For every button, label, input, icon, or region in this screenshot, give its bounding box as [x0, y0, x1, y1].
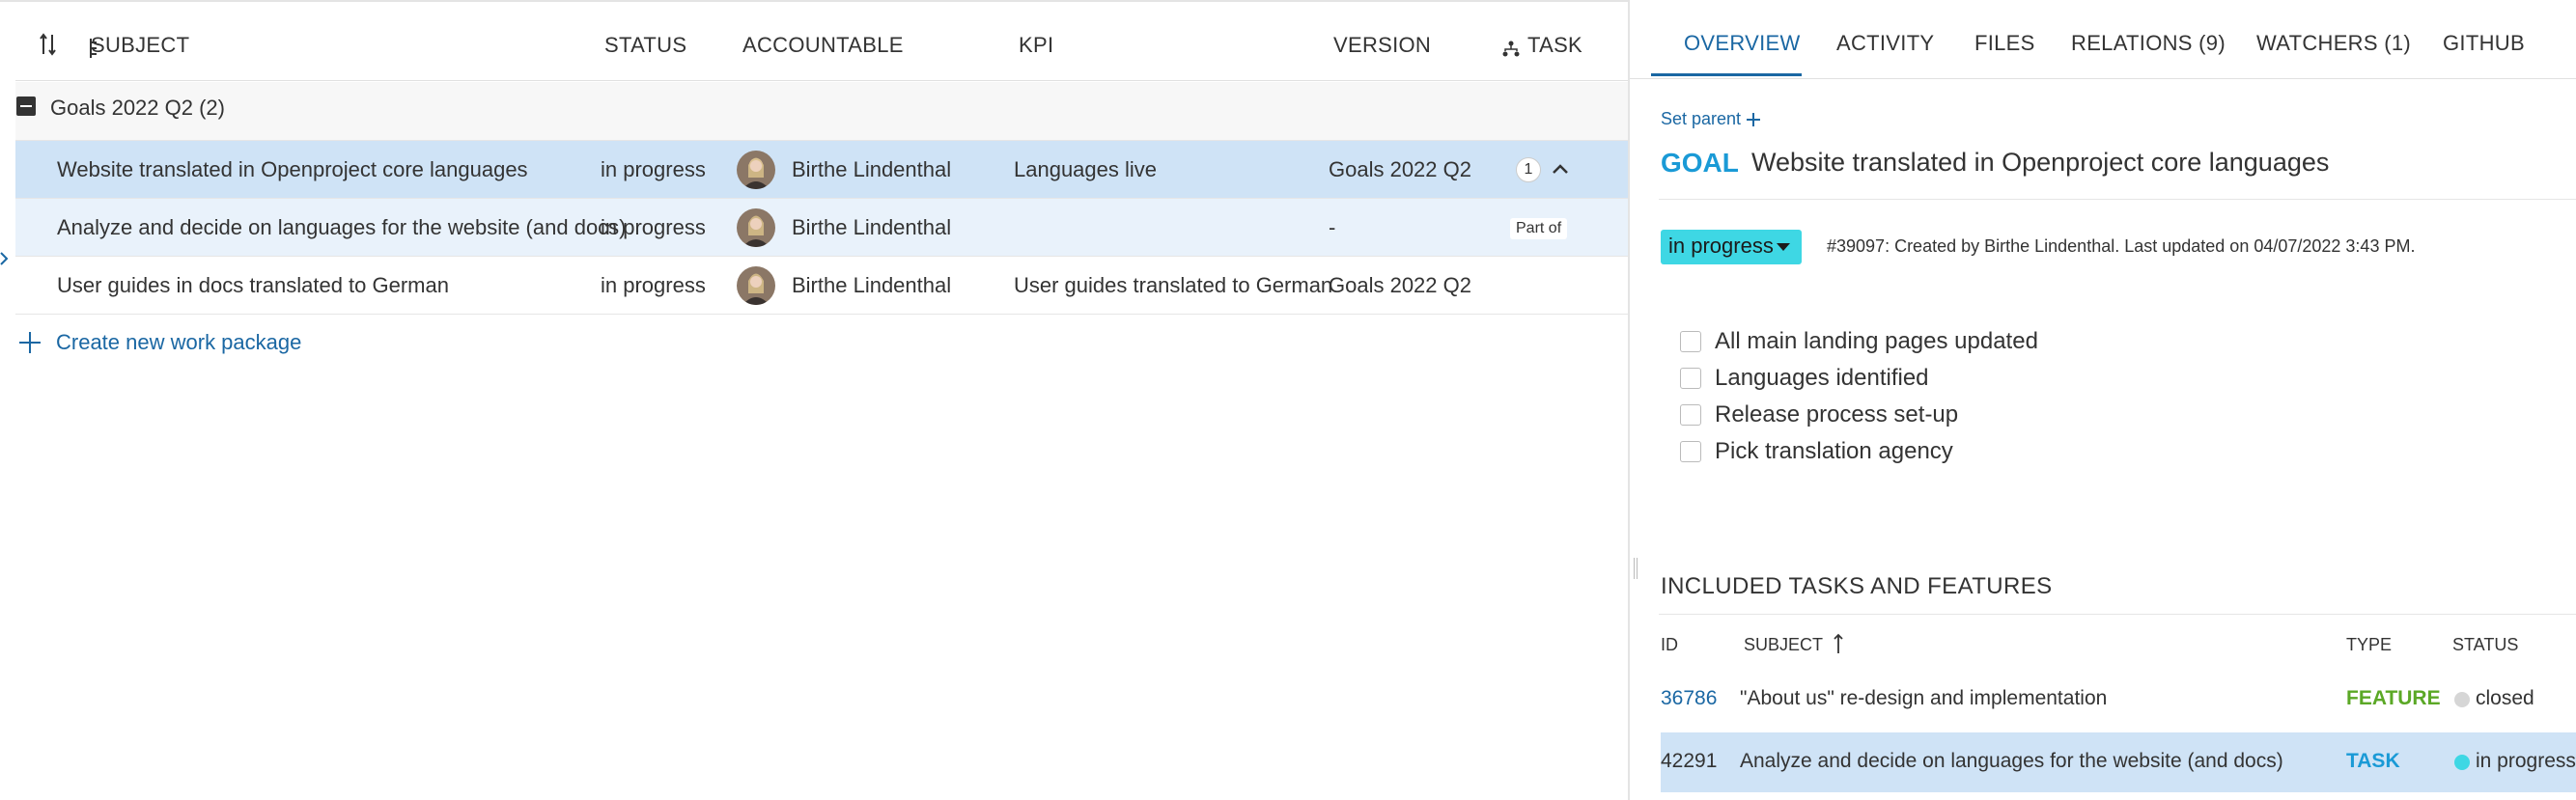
column-header-accountable[interactable]: ACCOUNTABLE: [742, 33, 904, 58]
included-subject[interactable]: Analyze and decide on languages for the …: [1740, 750, 2283, 773]
group-row[interactable]: [15, 82, 1628, 141]
row-subject[interactable]: Website translated in Openproject core l…: [57, 157, 528, 182]
checkbox[interactable]: [1680, 404, 1701, 426]
included-header-id[interactable]: ID: [1661, 635, 1678, 655]
task-count-badge[interactable]: 1: [1516, 157, 1541, 182]
checklist-label: Release process set-up: [1715, 401, 1959, 428]
included-row[interactable]: 36786 "About us" re-design and implement…: [1661, 670, 2576, 730]
column-header-status[interactable]: STATUS: [604, 33, 686, 58]
row-subject[interactable]: User guides in docs translated to German: [57, 273, 449, 298]
included-row[interactable]: 42291 Analyze and decide on languages fo…: [1661, 732, 2576, 792]
included-status: in progress: [2476, 750, 2576, 772]
resize-handle[interactable]: [1634, 558, 1638, 579]
plus-icon: [19, 332, 41, 353]
tab-watchers[interactable]: WATCHERS (1): [2256, 31, 2411, 56]
checkbox[interactable]: [1680, 368, 1701, 389]
column-header-version[interactable]: VERSION: [1333, 33, 1431, 58]
checklist-item[interactable]: Release process set-up: [1680, 401, 1958, 428]
create-work-package-label[interactable]: Create new work package: [56, 330, 301, 355]
tab-activity[interactable]: ACTIVITY: [1836, 31, 1934, 56]
row-status[interactable]: in progress: [601, 215, 706, 240]
divider: [1659, 199, 2576, 200]
table-row[interactable]: Analyze and decide on languages for the …: [15, 199, 1628, 257]
tab-github[interactable]: GITHUB: [2443, 31, 2525, 56]
tab-files[interactable]: FILES: [1974, 31, 2035, 56]
create-work-package-link[interactable]: Create new work package: [19, 328, 301, 357]
set-parent-link[interactable]: Set parent: [1661, 109, 1761, 129]
avatar: [737, 208, 775, 247]
included-header-status[interactable]: STATUS: [2452, 635, 2518, 655]
details-panel: OVERVIEW ACTIVITY FILES RELATIONS (9) WA…: [1628, 0, 2576, 800]
included-header-subject[interactable]: SUBJECT: [1744, 635, 1823, 655]
row-version[interactable]: Goals 2022 Q2: [1329, 273, 1471, 298]
checklist-label: All main landing pages updated: [1715, 328, 2038, 354]
row-status[interactable]: in progress: [601, 157, 706, 182]
relation-label: Part of: [1510, 218, 1568, 239]
column-header-kpi[interactable]: KPI: [1019, 33, 1053, 58]
group-label: Goals 2022 Q2 (2): [50, 96, 225, 120]
row-accountable[interactable]: Birthe Lindenthal: [792, 273, 951, 298]
checklist-item[interactable]: Pick translation agency: [1680, 438, 1953, 465]
included-id-link[interactable]: 42291: [1661, 750, 1717, 773]
work-package-meta: #39097: Created by Birthe Lindenthal. La…: [1827, 236, 2416, 256]
column-header-task[interactable]: TASK: [1527, 33, 1582, 58]
caret-down-icon: [1777, 243, 1790, 251]
checklist-item[interactable]: All main landing pages updated: [1680, 328, 2038, 355]
checkbox[interactable]: [1680, 441, 1701, 462]
included-header-type[interactable]: TYPE: [2346, 635, 2392, 655]
row-subject[interactable]: Analyze and decide on languages for the …: [57, 215, 627, 240]
tab-overview[interactable]: OVERVIEW: [1684, 31, 1801, 56]
included-section-title: INCLUDED TASKS AND FEATURES: [1661, 573, 2053, 599]
included-subject[interactable]: "About us" re-design and implementation: [1740, 687, 2107, 710]
table-header: SUBJECT STATUS ACCOUNTABLE KPI VERSION T…: [15, 2, 1628, 81]
row-kpi[interactable]: Languages live: [1014, 157, 1157, 182]
status-dropdown[interactable]: in progress: [1661, 230, 1802, 264]
task-hierarchy-icon: [1502, 41, 1520, 57]
checkbox[interactable]: [1680, 331, 1701, 352]
tab-bar: OVERVIEW ACTIVITY FILES RELATIONS (9) WA…: [1630, 0, 2576, 79]
set-parent-label[interactable]: Set parent: [1661, 109, 1741, 129]
collapse-icon[interactable]: [16, 97, 36, 116]
included-id-link[interactable]: 36786: [1661, 687, 1717, 710]
status-dot: [2454, 755, 2470, 770]
active-tab-indicator: [1651, 73, 1802, 76]
status-dot: [2454, 692, 2470, 707]
chevron-up-icon[interactable]: [1551, 162, 1570, 176]
sort-ascending-icon: [1834, 633, 1843, 653]
work-package-subject[interactable]: Website translated in Openproject core l…: [1751, 148, 2329, 178]
included-type: TASK: [2346, 750, 2400, 772]
row-accountable[interactable]: Birthe Lindenthal: [792, 157, 951, 182]
avatar: [737, 151, 775, 189]
tab-relations[interactable]: RELATIONS (9): [2071, 31, 2226, 56]
checklist-label: Languages identified: [1715, 365, 1929, 391]
checklist-label: Pick translation agency: [1715, 438, 1953, 464]
plus-icon: [1747, 112, 1761, 126]
table-row[interactable]: Website translated in Openproject core l…: [15, 141, 1628, 199]
chevron-right-icon: [0, 252, 9, 265]
status-label: in progress: [1668, 234, 1774, 258]
included-status: closed: [2476, 687, 2534, 709]
checklist-item[interactable]: Languages identified: [1680, 365, 1929, 392]
row-version[interactable]: -: [1329, 215, 1335, 240]
row-version[interactable]: Goals 2022 Q2: [1329, 157, 1471, 182]
sort-icon[interactable]: [39, 31, 58, 58]
work-package-type[interactable]: GOAL: [1661, 148, 1739, 179]
work-package-table: SUBJECT STATUS ACCOUNTABLE KPI VERSION T…: [0, 0, 1628, 800]
divider: [1659, 614, 2576, 615]
table-row[interactable]: User guides in docs translated to German…: [15, 257, 1628, 315]
included-type: FEATURE: [2346, 687, 2441, 709]
avatar: [737, 266, 775, 305]
row-status[interactable]: in progress: [601, 273, 706, 298]
row-kpi[interactable]: User guides translated to German: [1014, 273, 1332, 298]
column-header-subject[interactable]: SUBJECT: [91, 33, 189, 58]
row-accountable[interactable]: Birthe Lindenthal: [792, 215, 951, 240]
